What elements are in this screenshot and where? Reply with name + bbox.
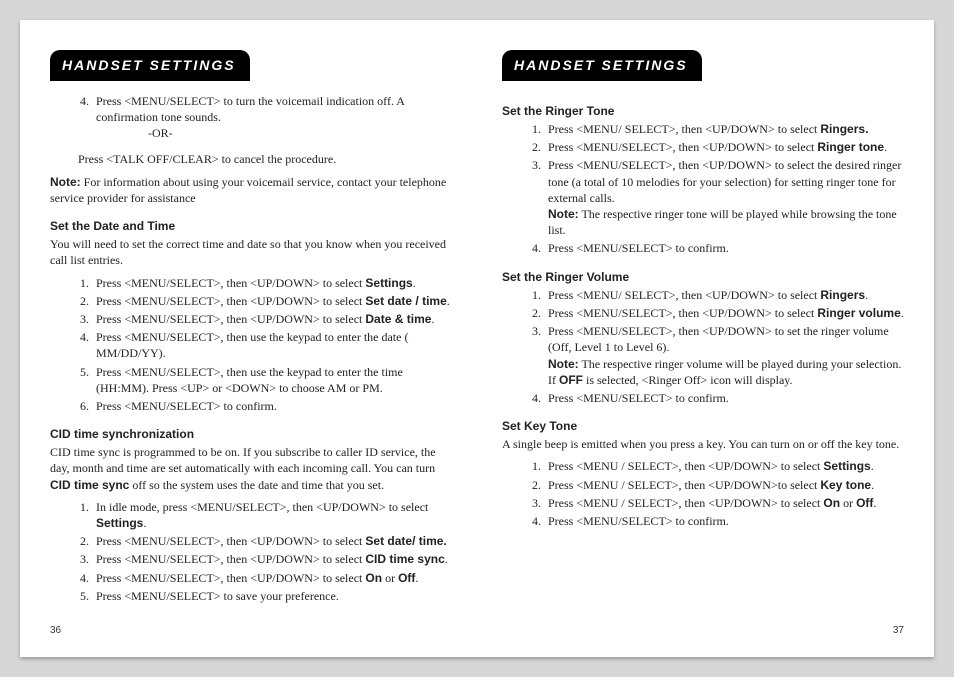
list-item: Press <MENU/SELECT> to confirm. bbox=[544, 240, 904, 256]
section-heading: HANDSET SETTINGS bbox=[50, 50, 250, 81]
section-title-ringer-tone: Set the Ringer Tone bbox=[502, 103, 904, 119]
list-item: Press <MENU / SELECT>, then <UP/DOWN> to… bbox=[544, 458, 904, 474]
list-item: Press <MENU/ SELECT>, then <UP/DOWN> to … bbox=[544, 287, 904, 303]
ringer-volume-steps: Press <MENU/ SELECT>, then <UP/DOWN> to … bbox=[502, 287, 904, 406]
key-tone-steps: Press <MENU / SELECT>, then <UP/DOWN> to… bbox=[502, 458, 904, 529]
page-number-right: 37 bbox=[502, 624, 904, 638]
bold-term: Date & time bbox=[365, 312, 431, 326]
list-item: Press <MENU/SELECT>, then use the keypad… bbox=[92, 364, 452, 396]
bold-term: Settings bbox=[365, 276, 412, 290]
step-text: Press <MENU / SELECT>, then <UP/DOWN> to… bbox=[548, 459, 823, 473]
bold-term: OFF bbox=[559, 373, 583, 387]
note-text: is selected, <Ringer Off> icon will disp… bbox=[583, 373, 793, 387]
step-text: Press <MENU/ SELECT>, then <UP/DOWN> to … bbox=[548, 122, 820, 136]
step-text: Press <MENU / SELECT>, then <UP/DOWN>to … bbox=[548, 478, 820, 492]
bold-term: Ringers bbox=[820, 288, 865, 302]
step-text: Press <MENU/SELECT>, then <UP/DOWN> to s… bbox=[548, 324, 889, 354]
list-item: Press <MENU / SELECT>, then <UP/DOWN>to … bbox=[544, 477, 904, 493]
page-right: HANDSET SETTINGS Set the Ringer Tone Pre… bbox=[502, 50, 904, 637]
bold-term: Set date/ time. bbox=[365, 534, 446, 548]
step-text: Press <MENU/SELECT>, then <UP/DOWN> to s… bbox=[96, 571, 365, 585]
step-text: Press <MENU / SELECT>, then <UP/DOWN> to… bbox=[548, 496, 823, 510]
or-line: -OR- bbox=[148, 125, 452, 141]
datetime-steps: Press <MENU/SELECT>, then <UP/DOWN> to s… bbox=[50, 275, 452, 415]
bold-term: Settings bbox=[96, 516, 143, 530]
step-text: Press <MENU/SELECT>, then <UP/DOWN> to s… bbox=[548, 306, 817, 320]
note-label: Note: bbox=[50, 175, 81, 189]
section-title-key-tone: Set Key Tone bbox=[502, 418, 904, 434]
section-title-ringer-volume: Set the Ringer Volume bbox=[502, 269, 904, 285]
step-text: Press <MENU/SELECT>, then <UP/DOWN> to s… bbox=[96, 534, 365, 548]
list-item: Press <MENU/SELECT> to turn the voicemai… bbox=[92, 93, 452, 142]
list-item: Press <MENU/SELECT>, then <UP/DOWN> to s… bbox=[92, 533, 452, 549]
section-heading: HANDSET SETTINGS bbox=[502, 50, 702, 81]
voicemail-steps: Press <MENU/SELECT> to turn the voicemai… bbox=[50, 93, 452, 142]
cid-steps: In idle mode, press <MENU/SELECT>, then … bbox=[50, 499, 452, 604]
list-item: Press <MENU/SELECT>, then <UP/DOWN> to s… bbox=[544, 139, 904, 155]
page-number-left: 36 bbox=[50, 624, 452, 638]
bold-term: Off bbox=[398, 571, 415, 585]
list-item: Press <MENU/SELECT> to confirm. bbox=[92, 398, 452, 414]
list-item: Press <MENU/SELECT>, then <UP/DOWN> to s… bbox=[92, 551, 452, 567]
step-text: Press <MENU/SELECT>, then <UP/DOWN> to s… bbox=[548, 140, 817, 154]
ringer-tone-steps: Press <MENU/ SELECT>, then <UP/DOWN> to … bbox=[502, 121, 904, 257]
bold-term: Settings bbox=[823, 459, 870, 473]
step-text: Press <MENU/SELECT>, then <UP/DOWN> to s… bbox=[548, 158, 901, 204]
note-label: Note: bbox=[548, 357, 579, 371]
list-item: Press <MENU/SELECT> to confirm. bbox=[544, 390, 904, 406]
note-text: For information about using your voicema… bbox=[50, 175, 446, 205]
list-item: Press <MENU/ SELECT>, then <UP/DOWN> to … bbox=[544, 121, 904, 137]
list-item: Press <MENU/SELECT> to save your prefere… bbox=[92, 588, 452, 604]
step-text: Press <MENU/SELECT>, then <UP/DOWN> to s… bbox=[96, 276, 365, 290]
bold-term: Key tone bbox=[820, 478, 871, 492]
section-title-date-time: Set the Date and Time bbox=[50, 218, 452, 234]
intro-text: You will need to set the correct time an… bbox=[50, 236, 452, 268]
list-item: Press <MENU/SELECT>, then <UP/DOWN> to s… bbox=[92, 311, 452, 327]
bold-term: CID time sync bbox=[50, 478, 129, 492]
text: CID time sync is programmed to be on. If… bbox=[50, 445, 436, 475]
list-item: Press <MENU/SELECT>, then <UP/DOWN> to s… bbox=[544, 323, 904, 388]
step-text: In idle mode, press <MENU/SELECT>, then … bbox=[96, 500, 428, 514]
step-text: Press <MENU/ SELECT>, then <UP/DOWN> to … bbox=[548, 288, 820, 302]
text: off so the system uses the date and time… bbox=[129, 478, 384, 492]
list-item: Press <MENU / SELECT>, then <UP/DOWN> to… bbox=[544, 495, 904, 511]
text: or bbox=[840, 496, 856, 510]
note-label: Note: bbox=[548, 207, 579, 221]
step-text: Press <MENU/SELECT>, then <UP/DOWN> to s… bbox=[96, 312, 365, 326]
list-item: Press <MENU/SELECT>, then use the keypad… bbox=[92, 329, 452, 361]
bold-term: Set date / time bbox=[365, 294, 446, 308]
step-text: Press <MENU/SELECT>, then <UP/DOWN> to s… bbox=[96, 552, 365, 566]
list-item: Press <MENU/SELECT>, then <UP/DOWN> to s… bbox=[92, 293, 452, 309]
bold-term: Ringer volume bbox=[817, 306, 900, 320]
bold-term: CID time sync bbox=[365, 552, 444, 566]
text: or bbox=[382, 571, 398, 585]
step-text: Press <MENU/SELECT> to turn the voicemai… bbox=[96, 94, 404, 124]
cancel-line: Press <TALK OFF/CLEAR> to cancel the pro… bbox=[78, 151, 452, 167]
bold-term: Ringers. bbox=[820, 122, 868, 136]
list-item: Press <MENU/SELECT>, then <UP/DOWN> to s… bbox=[544, 305, 904, 321]
voicemail-note: Note: For information about using your v… bbox=[50, 174, 452, 206]
page-left: HANDSET SETTINGS Press <MENU/SELECT> to … bbox=[50, 50, 452, 637]
step-text: Press <MENU/SELECT>, then <UP/DOWN> to s… bbox=[96, 294, 365, 308]
list-item: Press <MENU/SELECT>, then <UP/DOWN> to s… bbox=[544, 157, 904, 238]
intro-text: A single beep is emitted when you press … bbox=[502, 436, 904, 452]
bold-term: Ringer tone bbox=[817, 140, 884, 154]
list-item: Press <MENU/SELECT> to confirm. bbox=[544, 513, 904, 529]
intro-text: CID time sync is programmed to be on. If… bbox=[50, 444, 452, 493]
section-title-cid-sync: CID time synchronization bbox=[50, 426, 452, 442]
bold-term: Off bbox=[856, 496, 873, 510]
list-item: Press <MENU/SELECT>, then <UP/DOWN> to s… bbox=[92, 570, 452, 586]
bold-term: On bbox=[823, 496, 840, 510]
list-item: Press <MENU/SELECT>, then <UP/DOWN> to s… bbox=[92, 275, 452, 291]
note-text: The respective ringer tone will be playe… bbox=[548, 207, 897, 237]
document-spread: HANDSET SETTINGS Press <MENU/SELECT> to … bbox=[20, 20, 934, 657]
list-item: In idle mode, press <MENU/SELECT>, then … bbox=[92, 499, 452, 531]
bold-term: On bbox=[365, 571, 382, 585]
